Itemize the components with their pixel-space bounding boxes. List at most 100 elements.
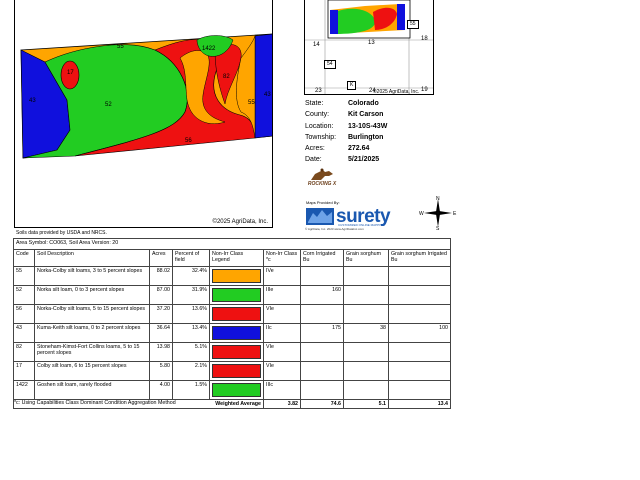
- map-label: 55: [117, 44, 124, 50]
- table-row: 43 Kuma-Keith silt loams, 0 to 2 percent …: [13, 323, 451, 343]
- soil-map-drawing: 55 1422 43 17 52 82 55 43 56: [20, 33, 272, 159]
- acres: 88.02: [149, 266, 173, 286]
- footnote: *c: Using Capabilities Class Dominant Co…: [14, 400, 176, 406]
- map-label: 43: [264, 92, 271, 98]
- soil-code: 1422: [13, 380, 35, 400]
- col-header: Grain sorghum Irrigated Bu: [388, 249, 451, 267]
- corn-irrigated: 160: [300, 285, 344, 305]
- percent-of-field: 32.4%: [172, 266, 210, 286]
- soil-code: 52: [13, 285, 35, 305]
- grain-sorghum-irrigated: [388, 342, 451, 362]
- info-key: Location:: [305, 122, 334, 130]
- road-marker: 55: [407, 20, 419, 29]
- non-irr-class: IIIe: [263, 285, 301, 305]
- class-legend-swatch: [209, 304, 264, 324]
- table-row: 56 Norka-Colby silt loams, 5 to 15 percen…: [13, 304, 451, 324]
- percent-of-field: 13.4%: [172, 323, 210, 343]
- compass-e: E: [453, 211, 457, 217]
- map-label: 56: [185, 138, 192, 144]
- non-irr-class: VIe: [263, 361, 301, 381]
- table-row: 52 Norka silt loam, 0 to 3 percent slopes…: [13, 285, 451, 305]
- grain-sorghum: [343, 285, 389, 305]
- soil-code: 17: [13, 361, 35, 381]
- locator-map: 14 13 18 23 24 19 55 54 K ©2025 AgriData…: [304, 0, 434, 95]
- legend-color-swatch: [212, 383, 261, 397]
- table-header-row: Code Soil Description Acres Percent of f…: [13, 249, 451, 267]
- corn-irrigated: [300, 266, 344, 286]
- info-value: Burlington: [348, 133, 384, 141]
- col-header: Corn Irrigated Bu: [300, 249, 344, 267]
- soil-source-note: Soils data provided by USDA and NRCS.: [16, 230, 107, 236]
- grain-sorghum-irrigated: [388, 266, 451, 286]
- class-legend-swatch: [209, 342, 264, 362]
- info-key: Date:: [305, 156, 322, 164]
- info-key: Acres:: [305, 145, 325, 153]
- col-header: Non-Irr Class *c: [263, 249, 301, 267]
- soil-description: Stoneham-Kimst-Fort Collins loams, 5 to …: [34, 342, 150, 362]
- class-legend-swatch: [209, 285, 264, 305]
- unit-43-east-area: [254, 33, 272, 139]
- col-header: Acres: [149, 249, 173, 267]
- non-irr-class: VIe: [263, 342, 301, 362]
- soil-description: Norka silt loam, 0 to 3 percent slopes: [34, 285, 150, 305]
- corn-irrigated: [300, 361, 344, 381]
- soil-code: 82: [13, 342, 35, 362]
- grain-sorghum-irrigated: [388, 304, 451, 324]
- compass-n: N: [436, 196, 440, 202]
- legend-color-swatch: [212, 269, 261, 283]
- col-header: Non-Irr Class Legend: [209, 249, 264, 267]
- soil-description: Norka-Colby silt loams, 3 to 5 percent s…: [34, 266, 150, 286]
- surety-logo: surety CUSTOMIZED ONLINE MAPPING: [305, 205, 413, 227]
- surety-map-icon: [306, 208, 334, 225]
- grain-sorghum: [343, 342, 389, 362]
- acres: 4.00: [149, 380, 173, 400]
- grain-sorghum-irrigated: 100: [388, 323, 451, 343]
- corn-irrigated: [300, 380, 344, 400]
- total-class: 3.82: [263, 399, 301, 409]
- road-marker: 54: [324, 60, 336, 69]
- soil-map: 55 1422 43 17 52 82 55 43 56 ©2025 AgriD…: [14, 0, 273, 228]
- grain-sorghum: [343, 361, 389, 381]
- col-header: Soil Description: [34, 249, 150, 267]
- corn-irrigated: [300, 304, 344, 324]
- table-row: 82 Stoneham-Kimst-Fort Collins loams, 5 t…: [13, 342, 451, 362]
- field-info: State: Colorado County: Kit Carson Locatio…: [305, 98, 387, 166]
- corn-irrigated: 175: [300, 323, 344, 343]
- soil-description: Goshen silt loam, rarely flooded: [34, 380, 150, 400]
- locator-drawing: [305, 0, 433, 94]
- corn-irrigated: [300, 342, 344, 362]
- soil-description: Kuma-Keith silt loams, 0 to 2 percent sl…: [34, 323, 150, 343]
- grain-sorghum-irrigated: [388, 285, 451, 305]
- acres: 36.64: [149, 323, 173, 343]
- grain-sorghum-irrigated: [388, 380, 451, 400]
- surety-footer: © AgriData, Inc. 2023 www.AgriDataInc.co…: [305, 227, 364, 231]
- col-header: Code: [13, 249, 35, 267]
- total-gsi: 13.4: [388, 399, 451, 409]
- map-label: 1422: [202, 46, 216, 52]
- grain-sorghum: [343, 266, 389, 286]
- rocking-x-logo: ROCKING X: [305, 168, 339, 194]
- map-copyright: ©2025 AgriData, Inc.: [212, 219, 268, 225]
- map-label: 43: [29, 98, 36, 104]
- percent-of-field: 1.5%: [172, 380, 210, 400]
- map-label: 55: [248, 100, 255, 106]
- info-key: Township:: [305, 133, 337, 141]
- total-corn: 74.6: [300, 399, 344, 409]
- map-label: 17: [67, 70, 74, 76]
- map-label: 52: [105, 102, 112, 108]
- legend-color-swatch: [212, 288, 261, 302]
- road-marker: K: [347, 81, 357, 90]
- non-irr-class: IIIc: [263, 380, 301, 400]
- percent-of-field: 5.1%: [172, 342, 210, 362]
- percent-of-field: 13.6%: [172, 304, 210, 324]
- percent-of-field: 2.1%: [172, 361, 210, 381]
- non-irr-class: IIc: [263, 323, 301, 343]
- info-value: 13-10S-43W: [348, 122, 388, 130]
- soil-code: 55: [13, 266, 35, 286]
- table-row: 1422 Goshen silt loam, rarely flooded 4.00…: [13, 380, 451, 400]
- class-legend-swatch: [209, 266, 264, 286]
- legend-color-swatch: [212, 345, 261, 359]
- legend-color-swatch: [212, 307, 261, 321]
- table-row: 17 Colby silt loam, 6 to 15 percent slope…: [13, 361, 451, 381]
- info-key: State:: [305, 100, 324, 107]
